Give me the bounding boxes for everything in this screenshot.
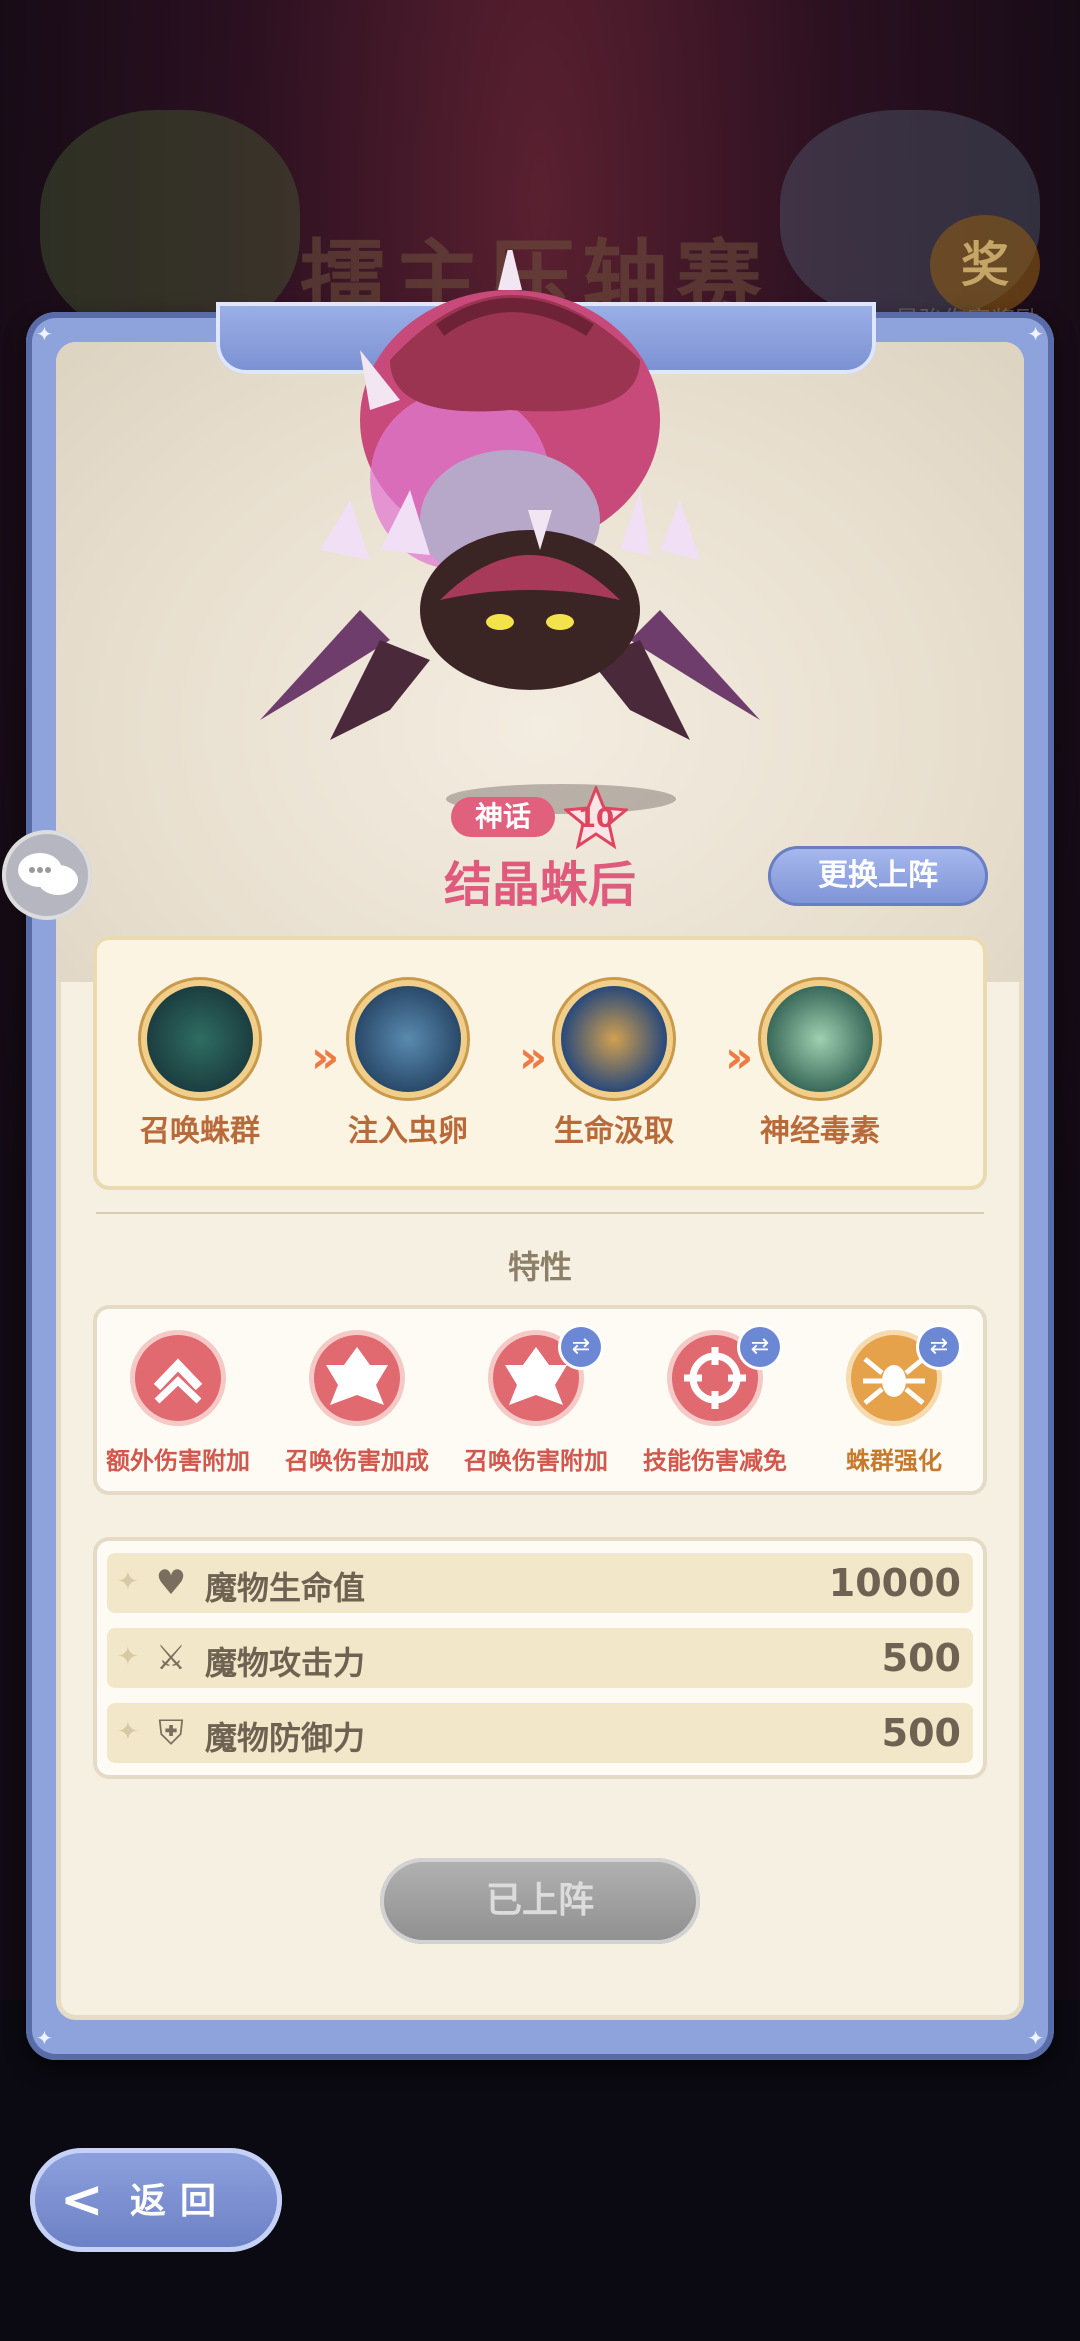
- stat-label: 魔物防御力: [205, 1719, 366, 1757]
- crossed-swords-icon: ⚔: [155, 1638, 187, 1678]
- stat-row-defense: ✦ ⛨ 魔物防御力 500: [107, 1703, 973, 1763]
- trait-label: 蛛群强化: [846, 1447, 942, 1475]
- trait-item[interactable]: ⇄ 技能伤害减免: [630, 1327, 800, 1476]
- rarity-badge: 神话: [451, 797, 555, 837]
- trait-label: 额外伤害附加: [106, 1447, 250, 1475]
- deployed-button[interactable]: 已上阵: [380, 1858, 700, 1944]
- skill-3[interactable]: 生命汲取: [549, 986, 679, 1150]
- level-number: 10: [577, 804, 615, 834]
- skill-label: 生命汲取: [554, 1114, 674, 1149]
- stat-row-attack: ✦ ⚔ 魔物攻击力 500: [107, 1628, 973, 1688]
- skill-label: 神经毒素: [760, 1114, 880, 1149]
- skill-label: 注入虫卵: [348, 1114, 468, 1149]
- life-drain-icon: [561, 986, 667, 1092]
- corner-sparkle-icon: ✦: [36, 2026, 53, 2050]
- spider-icon: ⇄: [851, 1327, 959, 1421]
- stat-label: 魔物攻击力: [205, 1644, 366, 1682]
- skill-2[interactable]: 注入虫卵: [343, 986, 473, 1150]
- sparkle-icon: ✦: [117, 1567, 139, 1597]
- trait-item[interactable]: ⇄ 蛛群强化: [809, 1327, 979, 1476]
- chevron-right-icon: ››: [725, 1032, 753, 1083]
- monster-name: 结晶蛛后: [443, 857, 636, 913]
- shield-icon: ⛨: [158, 1713, 184, 1753]
- back-button[interactable]: < 返回: [30, 2148, 282, 2252]
- swap-icon[interactable]: ⇄: [740, 1327, 780, 1367]
- neurotoxin-icon: [767, 986, 873, 1092]
- back-arrow-icon: <: [60, 2170, 104, 2230]
- trait-label: 召唤伤害加成: [285, 1447, 429, 1475]
- skill-1[interactable]: 召唤蛛群: [135, 986, 265, 1150]
- stats-panel: ✦ ♥ 魔物生命值 10000 ✦ ⚔ 魔物攻击力 500 ✦ ⛨ 魔物防御力 …: [93, 1537, 987, 1779]
- section-divider: [96, 1212, 984, 1214]
- heart-icon: ♥: [155, 1563, 187, 1603]
- swap-icon[interactable]: ⇄: [919, 1327, 959, 1367]
- corner-sparkle-icon: ✦: [36, 322, 53, 346]
- trait-item[interactable]: ⇄ 召唤伤害附加: [451, 1327, 621, 1476]
- crosshair-icon: ⇄: [672, 1327, 780, 1421]
- stat-value: 500: [881, 1636, 961, 1680]
- back-label: 返回: [130, 2181, 231, 2222]
- trait-item[interactable]: 召唤伤害加成: [272, 1335, 442, 1476]
- stat-label: 魔物生命值: [205, 1569, 366, 1607]
- stat-row-hp: ✦ ♥ 魔物生命值 10000: [107, 1553, 973, 1613]
- traits-panel: 额外伤害附加 召唤伤害加成 ⇄ 召唤伤害附加 ⇄ 技能伤害减免 ⇄ 蛛群强化: [93, 1305, 987, 1495]
- chevron-up-icon: [135, 1335, 221, 1421]
- summon-damage-plus-icon: ⇄: [493, 1327, 601, 1421]
- stat-value: 10000: [828, 1561, 961, 1605]
- chat-button[interactable]: [2, 830, 92, 920]
- trait-label: 召唤伤害附加: [464, 1447, 608, 1475]
- skill-label: 召唤蛛群: [140, 1114, 260, 1149]
- monster-portrait: [260, 250, 760, 740]
- level-badge: 10: [562, 783, 630, 850]
- corner-sparkle-icon: ✦: [1027, 2026, 1044, 2050]
- stat-value: 500: [881, 1711, 961, 1755]
- skill-chain: 召唤蛛群 ›› 注入虫卵 ›› 生命汲取 ›› 神经毒素: [93, 936, 987, 1190]
- swap-deploy-button[interactable]: 更换上阵: [768, 846, 988, 906]
- swap-icon[interactable]: ⇄: [561, 1327, 601, 1367]
- traits-title: 特性: [507, 1248, 572, 1286]
- crystal-egg-icon: [355, 986, 461, 1092]
- chevron-right-icon: ››: [311, 1032, 339, 1083]
- spider-swarm-icon: [147, 986, 253, 1092]
- summon-damage-icon: [314, 1335, 400, 1421]
- trait-label: 技能伤害减免: [643, 1447, 787, 1475]
- chevron-right-icon: ››: [519, 1032, 547, 1083]
- corner-sparkle-icon: ✦: [1027, 322, 1044, 346]
- chat-bubble-icon: [18, 853, 78, 895]
- trait-item[interactable]: 额外伤害附加: [93, 1335, 263, 1476]
- skill-4[interactable]: 神经毒素: [755, 986, 885, 1150]
- sparkle-icon: ✦: [117, 1717, 139, 1747]
- sparkle-icon: ✦: [117, 1642, 139, 1672]
